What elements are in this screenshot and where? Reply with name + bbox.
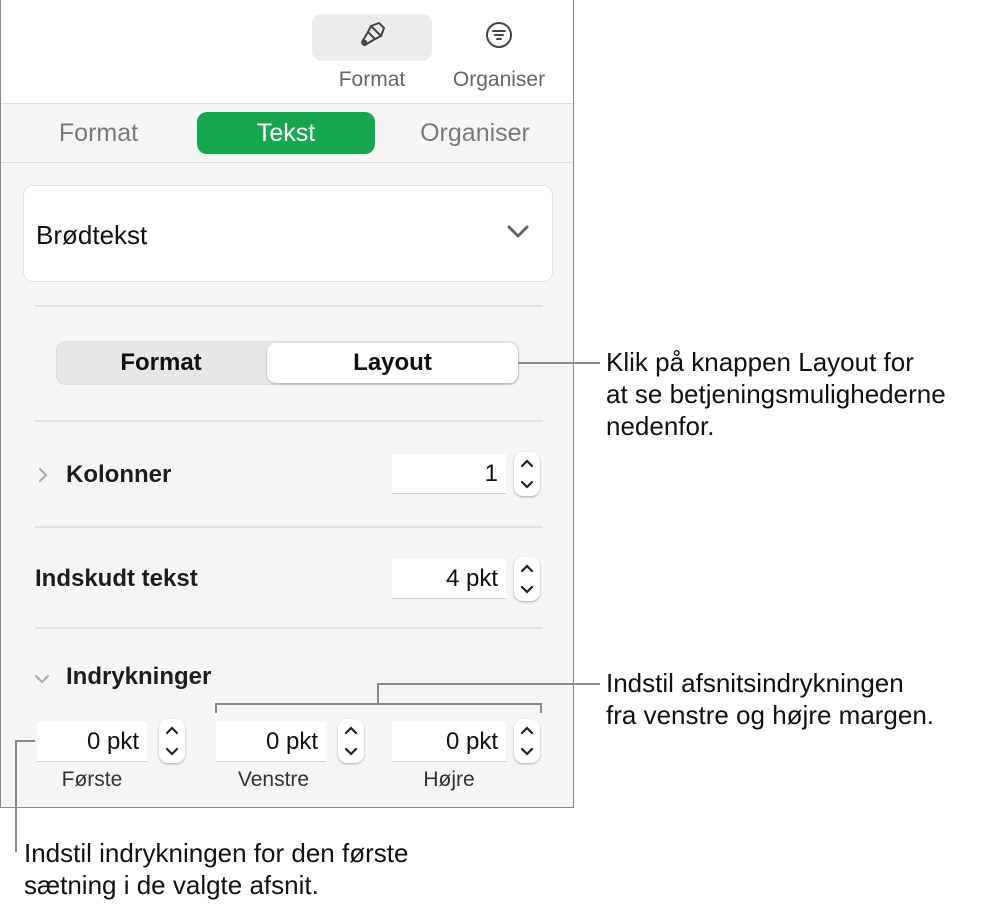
divider xyxy=(35,305,543,307)
stepper-up-icon[interactable] xyxy=(514,557,540,579)
tab-text[interactable]: Tekst xyxy=(197,112,375,154)
callout-line-layout xyxy=(518,362,600,364)
indent-first-field[interactable]: 0 pkt xyxy=(37,722,147,762)
chevron-down-icon xyxy=(506,224,530,245)
callout-text-line: nedenfor. xyxy=(606,411,715,441)
callout-bracket-right xyxy=(540,703,542,713)
indent-first-stepper[interactable] xyxy=(159,719,185,763)
stepper-up-icon[interactable] xyxy=(514,452,540,474)
indent-right-field[interactable]: 0 pkt xyxy=(392,722,506,762)
inset-stepper[interactable] xyxy=(514,557,540,601)
format-layout-segmented-control: Format Layout xyxy=(56,341,519,385)
paragraph-style-value: Brødtekst xyxy=(36,220,148,250)
stepper-down-icon[interactable] xyxy=(514,579,540,601)
callout-text-line: at se betjeningsmulighederne xyxy=(606,379,946,409)
callout-bracket-stem xyxy=(377,683,379,704)
format-inspector-panel: Format Organiser Format Tekst Organiser … xyxy=(0,0,574,808)
stepper-up-icon[interactable] xyxy=(338,719,364,741)
divider xyxy=(35,627,543,629)
disclosure-chevron-right-icon[interactable] xyxy=(37,466,49,489)
paragraph-style-dropdown[interactable]: Brødtekst xyxy=(23,185,553,282)
callout-line-margins xyxy=(377,683,600,685)
columns-stepper[interactable] xyxy=(514,452,540,496)
indent-left-stepper[interactable] xyxy=(338,719,364,763)
inset-field[interactable]: 4 pkt xyxy=(392,559,506,599)
format-toolbar-button[interactable] xyxy=(312,14,432,61)
inspector-tabs: Format Tekst Organiser xyxy=(1,104,573,163)
stepper-up-icon[interactable] xyxy=(159,719,185,741)
stepper-up-icon[interactable] xyxy=(514,719,540,741)
organise-toolbar-label: Organiser xyxy=(452,68,546,91)
callout-text-line: Indstil afsnitsindrykningen xyxy=(606,668,904,698)
stepper-down-icon[interactable] xyxy=(514,741,540,763)
paintbrush-icon xyxy=(357,20,387,55)
callout-margins: Indstil afsnitsindrykningen fra venstre … xyxy=(606,667,934,731)
indent-right-stepper[interactable] xyxy=(514,719,540,763)
indent-right-label: Højre xyxy=(423,768,475,791)
columns-label: Kolonner xyxy=(66,461,172,488)
filter-list-icon xyxy=(484,20,514,55)
disclosure-chevron-down-icon[interactable] xyxy=(33,672,51,690)
indent-first-label: Første xyxy=(61,768,123,791)
format-toolbar-label: Format xyxy=(338,68,406,91)
indents-label: Indrykninger xyxy=(66,663,212,690)
callout-text-line: Klik på knappen Layout for xyxy=(606,347,914,377)
stepper-down-icon[interactable] xyxy=(514,474,540,496)
tab-format[interactable]: Format xyxy=(31,112,166,154)
organise-toolbar-button[interactable] xyxy=(439,14,559,61)
callout-first-indent: Indstil indrykningen for den første sætn… xyxy=(24,837,408,901)
divider xyxy=(35,526,543,528)
segment-format[interactable]: Format xyxy=(57,342,265,384)
callout-text-line: Indstil indrykningen for den første xyxy=(24,838,409,868)
inspector-toolbar: Format Organiser xyxy=(1,0,573,104)
segment-layout[interactable]: Layout xyxy=(267,343,518,383)
stepper-down-icon[interactable] xyxy=(159,741,185,763)
callout-layout: Klik på knappen Layout for at se betjeni… xyxy=(606,346,946,442)
columns-field[interactable]: 1 xyxy=(392,454,506,494)
indent-left-field[interactable]: 0 pkt xyxy=(216,722,326,762)
stepper-down-icon[interactable] xyxy=(338,741,364,763)
callout-line-first-v xyxy=(15,740,17,852)
callout-text-line: sætning i de valgte afsnit. xyxy=(24,870,319,900)
callout-text-line: fra venstre og højre margen. xyxy=(606,700,935,730)
inset-label: Indskudt tekst xyxy=(35,565,198,592)
divider xyxy=(35,420,543,422)
tab-organise[interactable]: Organiser xyxy=(401,112,549,154)
callout-line-first-h xyxy=(15,740,35,742)
indent-left-label: Venstre xyxy=(237,768,310,791)
